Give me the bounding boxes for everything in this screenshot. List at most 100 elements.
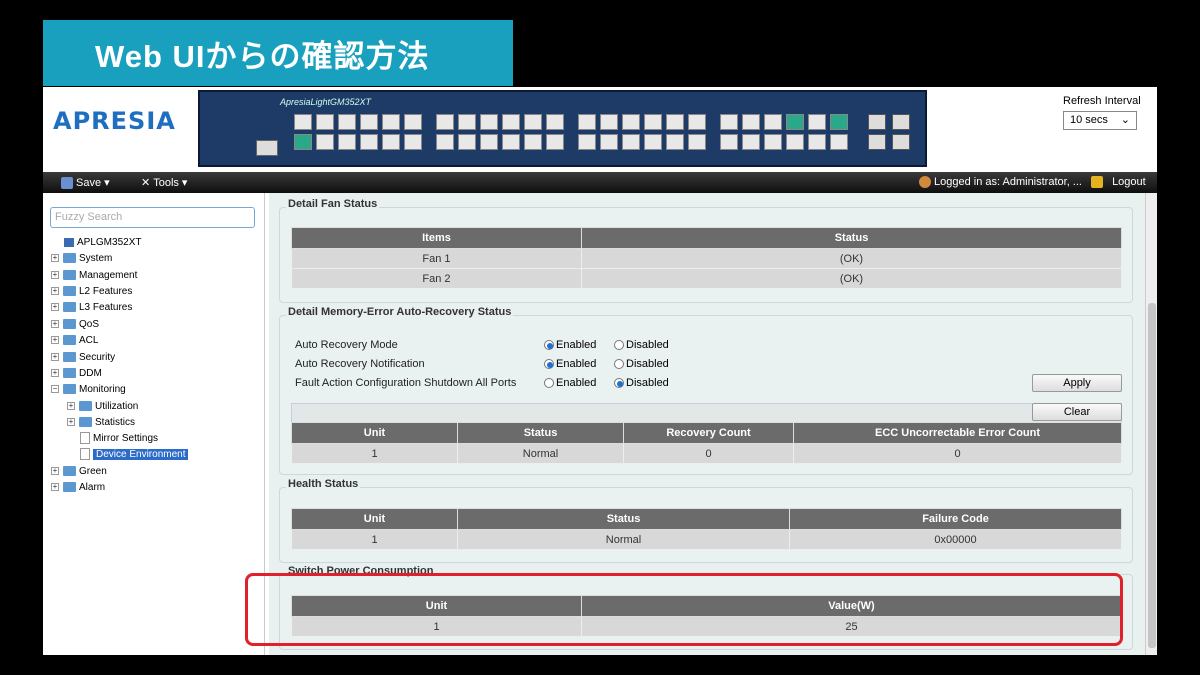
ethernet-port[interactable] bbox=[480, 134, 498, 150]
refresh-interval-select[interactable]: 10 secs ⌄ bbox=[1063, 111, 1137, 130]
folder-icon bbox=[63, 466, 76, 476]
ethernet-port[interactable] bbox=[742, 114, 760, 130]
section-title: Detail Memory-Error Auto-Recovery Status bbox=[286, 306, 514, 318]
panel-model: ApresiaLightGM352XT bbox=[280, 97, 372, 107]
fault-action-disabled-radio[interactable]: Disabled bbox=[614, 377, 669, 389]
ethernet-port[interactable] bbox=[546, 134, 564, 150]
ethernet-port[interactable] bbox=[720, 114, 738, 130]
ethernet-port[interactable] bbox=[688, 114, 706, 130]
tools-menu[interactable]: ✕ Tools ▾ bbox=[141, 176, 187, 190]
ethernet-port[interactable] bbox=[338, 134, 356, 150]
ethernet-port[interactable] bbox=[360, 114, 378, 130]
apresia-logo: APRESIA bbox=[53, 107, 176, 135]
ethernet-port[interactable] bbox=[720, 134, 738, 150]
logout-link[interactable]: Logout bbox=[1091, 176, 1146, 188]
vertical-scrollbar[interactable] bbox=[1145, 193, 1157, 655]
cell: (OK) bbox=[581, 248, 1122, 269]
apply-button[interactable]: Apply bbox=[1032, 374, 1122, 392]
sidebar: Fuzzy Search APLGM352XT + System + Managem… bbox=[43, 193, 265, 655]
scrollbar-thumb[interactable] bbox=[1148, 303, 1156, 648]
ethernet-port[interactable] bbox=[688, 134, 706, 150]
sidebar-item-utilization[interactable]: + Utilization bbox=[67, 399, 138, 413]
ethernet-port[interactable] bbox=[830, 134, 848, 150]
ethernet-port[interactable] bbox=[644, 134, 662, 150]
ethernet-port[interactable] bbox=[458, 114, 476, 130]
ethernet-port[interactable] bbox=[360, 134, 378, 150]
auto-recovery-notification-enabled-radio[interactable]: Enabled bbox=[544, 358, 596, 370]
sfp-port[interactable] bbox=[868, 114, 886, 130]
fault-action-enabled-radio[interactable]: Enabled bbox=[544, 377, 596, 389]
ethernet-port[interactable] bbox=[666, 134, 684, 150]
refresh-interval-label: Refresh Interval bbox=[1063, 95, 1141, 107]
table-row: 1 Normal 0 0 bbox=[291, 443, 1122, 464]
ethernet-port[interactable] bbox=[502, 114, 520, 130]
ethernet-port[interactable] bbox=[382, 134, 400, 150]
ethernet-port[interactable] bbox=[578, 134, 596, 150]
memory-error-table: Unit Status Recovery Count ECC Uncorrect… bbox=[291, 422, 1122, 464]
ethernet-port[interactable] bbox=[742, 134, 760, 150]
sidebar-item-green[interactable]: + Green bbox=[51, 464, 107, 478]
ethernet-port[interactable] bbox=[458, 134, 476, 150]
ethernet-port[interactable] bbox=[786, 114, 804, 130]
sfp-port[interactable] bbox=[868, 134, 886, 150]
ethernet-port[interactable] bbox=[524, 134, 542, 150]
ethernet-port[interactable] bbox=[808, 134, 826, 150]
ethernet-port[interactable] bbox=[622, 114, 640, 130]
ethernet-port[interactable] bbox=[786, 134, 804, 150]
sidebar-item-security[interactable]: + Security bbox=[51, 350, 115, 364]
fuzzy-search-input[interactable]: Fuzzy Search bbox=[50, 207, 255, 228]
ethernet-port[interactable] bbox=[546, 114, 564, 130]
ethernet-port[interactable] bbox=[830, 114, 848, 130]
sidebar-item-acl[interactable]: + ACL bbox=[51, 333, 98, 347]
col-header: Status bbox=[581, 227, 1122, 249]
ethernet-port[interactable] bbox=[316, 114, 334, 130]
ethernet-port[interactable] bbox=[666, 114, 684, 130]
ethernet-port[interactable] bbox=[764, 134, 782, 150]
ethernet-port[interactable] bbox=[294, 114, 312, 130]
ethernet-port[interactable] bbox=[600, 134, 618, 150]
ethernet-port[interactable] bbox=[502, 134, 520, 150]
cell: Normal bbox=[457, 443, 624, 464]
ethernet-port[interactable] bbox=[404, 134, 422, 150]
sidebar-item-l3-features[interactable]: + L3 Features bbox=[51, 300, 132, 314]
auto-recovery-notification-disabled-radio[interactable]: Disabled bbox=[614, 358, 669, 370]
cell: 1 bbox=[291, 529, 458, 550]
ethernet-port[interactable] bbox=[404, 114, 422, 130]
ethernet-port[interactable] bbox=[382, 114, 400, 130]
sidebar-item-ddm[interactable]: + DDM bbox=[51, 366, 102, 380]
ethernet-port[interactable] bbox=[644, 114, 662, 130]
auto-recovery-mode-enabled-radio[interactable]: Enabled bbox=[544, 339, 596, 351]
save-menu[interactable]: Save ▾ bbox=[61, 176, 110, 189]
sidebar-item-device-environment[interactable]: Device Environment bbox=[80, 447, 189, 461]
ethernet-port[interactable] bbox=[622, 134, 640, 150]
switch-icon bbox=[64, 237, 74, 247]
sidebar-item-statistics[interactable]: + Statistics bbox=[67, 415, 135, 429]
folder-icon bbox=[63, 335, 76, 345]
sidebar-item-mirror-settings[interactable]: Mirror Settings bbox=[80, 431, 158, 445]
ethernet-port[interactable] bbox=[764, 114, 782, 130]
clear-button[interactable]: Clear bbox=[1032, 403, 1122, 421]
ethernet-port[interactable] bbox=[436, 114, 454, 130]
ethernet-port[interactable] bbox=[436, 134, 454, 150]
ethernet-port[interactable] bbox=[600, 114, 618, 130]
auto-recovery-mode-disabled-radio[interactable]: Disabled bbox=[614, 339, 669, 351]
ethernet-port[interactable] bbox=[316, 134, 334, 150]
ethernet-port[interactable] bbox=[578, 114, 596, 130]
ethernet-port[interactable] bbox=[808, 114, 826, 130]
sidebar-item-monitoring[interactable]: − Monitoring bbox=[51, 382, 126, 396]
sidebar-item-alarm[interactable]: + Alarm bbox=[51, 480, 105, 494]
tree-root[interactable]: APLGM352XT bbox=[64, 235, 141, 249]
ethernet-port[interactable] bbox=[294, 134, 312, 150]
ethernet-port[interactable] bbox=[338, 114, 356, 130]
sfp-port[interactable] bbox=[892, 134, 910, 150]
sidebar-item-management[interactable]: + Management bbox=[51, 268, 137, 282]
sfp-port[interactable] bbox=[892, 114, 910, 130]
sidebar-item-qos[interactable]: + QoS bbox=[51, 317, 99, 331]
cell: 1 bbox=[291, 443, 458, 464]
ethernet-port[interactable] bbox=[524, 114, 542, 130]
sidebar-item-l2-features[interactable]: + L2 Features bbox=[51, 284, 132, 298]
sidebar-item-system[interactable]: + System bbox=[51, 251, 112, 265]
ethernet-port[interactable] bbox=[480, 114, 498, 130]
device-panel[interactable]: ApresiaLightGM352XT bbox=[198, 90, 927, 167]
page-icon bbox=[80, 448, 90, 460]
